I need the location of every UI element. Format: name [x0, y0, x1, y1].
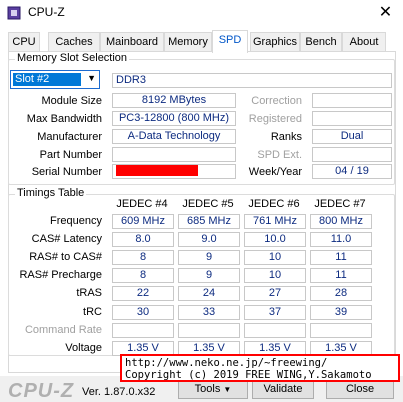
timing-row-label: Voltage [65, 342, 102, 354]
slot-select[interactable]: Slot #2 ▼ [10, 70, 100, 89]
spd-ext-label: SPD Ext. [257, 149, 302, 161]
timing-cell: 33 [178, 305, 240, 320]
serial-number-redaction [116, 165, 198, 176]
chevron-down-icon: ▼ [87, 73, 96, 83]
tab-mainboard[interactable]: Mainboard [100, 32, 164, 52]
max-bandwidth-label: Max Bandwidth [26, 113, 102, 125]
window-close-button[interactable]: ✕ [368, 0, 403, 26]
timings-col-head: JEDEC #4 [116, 198, 168, 210]
timing-cell: 10 [244, 268, 306, 283]
timing-cell: 28 [310, 286, 372, 301]
timing-cell: 9 [178, 268, 240, 283]
tab-about[interactable]: About [342, 32, 386, 52]
timing-cell: 8.0 [112, 232, 174, 247]
timing-cell: 800 MHz [310, 214, 372, 229]
timings-col-head: JEDEC #6 [248, 198, 300, 210]
module-size-label: Module Size [41, 95, 102, 107]
timing-cell: 37 [244, 305, 306, 320]
cpu-z-logo: CPU-Z [8, 380, 75, 402]
timing-cell: 24 [178, 286, 240, 301]
timing-cell: 11 [310, 250, 372, 265]
timings-table-title: Timings Table [15, 187, 87, 199]
tab-caches[interactable]: Caches [48, 32, 100, 52]
serial-number-label: Serial Number [31, 166, 102, 178]
tools-button[interactable]: Tools ▼ [178, 379, 248, 399]
timing-cell: 11 [310, 268, 372, 283]
ranks-label: Ranks [270, 131, 302, 143]
module-size-value: 8192 MBytes [112, 93, 236, 108]
correction-value [312, 93, 392, 108]
version-text: Ver. 1.87.0.x32 [82, 386, 156, 398]
timing-cell [178, 323, 240, 338]
timing-cell [310, 323, 372, 338]
part-number-label: Part Number [39, 149, 102, 161]
timing-row-label: RAS# to CAS# [29, 251, 102, 263]
timing-cell: 30 [112, 305, 174, 320]
window-title: CPU-Z [28, 5, 65, 19]
timings-col-head: JEDEC #7 [314, 198, 366, 210]
ranks-value: Dual [312, 129, 392, 144]
week-year-value: 04 / 19 [312, 164, 392, 179]
timing-cell: 8 [112, 268, 174, 283]
registered-value [312, 111, 392, 126]
timing-row-label: tRAS [76, 287, 102, 299]
timing-cell: 10 [244, 250, 306, 265]
timing-cell: 22 [112, 286, 174, 301]
memory-type-field: DDR3 [112, 73, 392, 88]
registered-label: Registered [248, 113, 302, 125]
manufacturer-label: Manufacturer [37, 131, 102, 143]
validate-button[interactable]: Validate [252, 379, 314, 399]
cpu-z-app-icon [7, 6, 21, 20]
timing-cell: 761 MHz [244, 214, 306, 229]
timings-col-head: JEDEC #5 [182, 198, 234, 210]
tab-bench[interactable]: Bench [300, 32, 342, 52]
max-bandwidth-value: PC3-12800 (800 MHz) [112, 111, 236, 126]
timing-cell [244, 323, 306, 338]
timing-cell: 9 [178, 250, 240, 265]
timing-cell: 685 MHz [178, 214, 240, 229]
tab-bar: CPU Caches Mainboard Memory SPD Graphics… [8, 30, 398, 53]
timing-cell [112, 323, 174, 338]
memory-slot-group-title: Memory Slot Selection [15, 52, 130, 64]
tab-graphics[interactable]: Graphics [250, 32, 300, 52]
part-number-value [112, 147, 236, 162]
tab-memory[interactable]: Memory [164, 32, 212, 52]
overlay-url: http://www.neko.ne.jp/~freewing/ [125, 357, 328, 369]
tools-button-label: Tools [194, 383, 221, 395]
copyright-overlay: http://www.neko.ne.jp/~freewing/ Copyrig… [120, 354, 400, 382]
timing-row-label: Frequency [50, 215, 102, 227]
timing-row-label: CAS# Latency [31, 233, 102, 245]
slot-select-value: Slot #2 [13, 73, 81, 86]
timing-cell: 9.0 [178, 232, 240, 247]
correction-label: Correction [251, 95, 302, 107]
timing-row-label: RAS# Precharge [19, 269, 102, 281]
title-bar: CPU-Z ✕ [0, 0, 403, 26]
timing-cell: 27 [244, 286, 306, 301]
tab-cpu[interactable]: CPU [8, 32, 40, 52]
timing-cell: 609 MHz [112, 214, 174, 229]
close-button[interactable]: Close [326, 379, 394, 399]
chevron-down-icon: ▼ [223, 385, 232, 394]
timing-cell: 39 [310, 305, 372, 320]
timing-row-label: Command Rate [24, 324, 102, 336]
timing-cell: 10.0 [244, 232, 306, 247]
tab-spd[interactable]: SPD [212, 30, 248, 53]
timing-cell: 8 [112, 250, 174, 265]
week-year-label: Week/Year [248, 166, 302, 178]
manufacturer-value: A-Data Technology [112, 129, 236, 144]
timing-row-label: tRC [83, 306, 102, 318]
overlay-copyright: Copyright (c) 2019 FREE WING,Y.Sakamoto [125, 369, 372, 381]
timing-cell: 11.0 [310, 232, 372, 247]
spd-ext-value [312, 147, 392, 162]
